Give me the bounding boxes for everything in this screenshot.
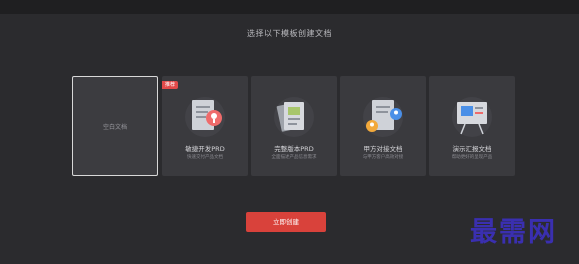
agile-prd-icon <box>185 97 225 137</box>
template-name: 敏捷开发PRD <box>185 145 225 153</box>
template-description: 快速交付产品文档 <box>187 155 223 160</box>
template-name: 甲方对接文档 <box>363 145 403 153</box>
template-card-agile-prd[interactable]: 推荐 敏捷开发PRD 快速交付产品文档 <box>162 76 248 176</box>
template-card-full-prd[interactable]: 完整版本PRD 全面描述产品信息需求 <box>251 76 337 176</box>
blank-document-label: 空白文档 <box>102 124 127 131</box>
template-name: 完整版本PRD <box>274 145 314 153</box>
template-description: 全面描述产品信息需求 <box>271 155 317 160</box>
full-prd-icon <box>274 97 314 137</box>
client-doc-icon <box>363 97 403 137</box>
template-description: 与甲方客户高效对接 <box>362 155 404 160</box>
template-name: 演示汇报文档 <box>452 145 492 153</box>
watermark-logo: 最需网 <box>470 217 557 248</box>
presentation-icon <box>452 97 492 137</box>
blank-document-card[interactable]: 空白文档 <box>72 76 158 176</box>
template-card-client-doc[interactable]: 甲方对接文档 与甲方客户高效对接 <box>340 76 426 176</box>
template-card-presentation[interactable]: 演示汇报文档 帮助更好的呈现产品 <box>429 76 515 176</box>
template-description: 帮助更好的呈现产品 <box>451 155 493 160</box>
top-bar <box>0 0 579 14</box>
recommended-badge: 推荐 <box>162 81 179 89</box>
page-title: 选择以下模板创建文档 <box>247 29 332 38</box>
create-now-button[interactable]: 立即创建 <box>246 212 326 232</box>
